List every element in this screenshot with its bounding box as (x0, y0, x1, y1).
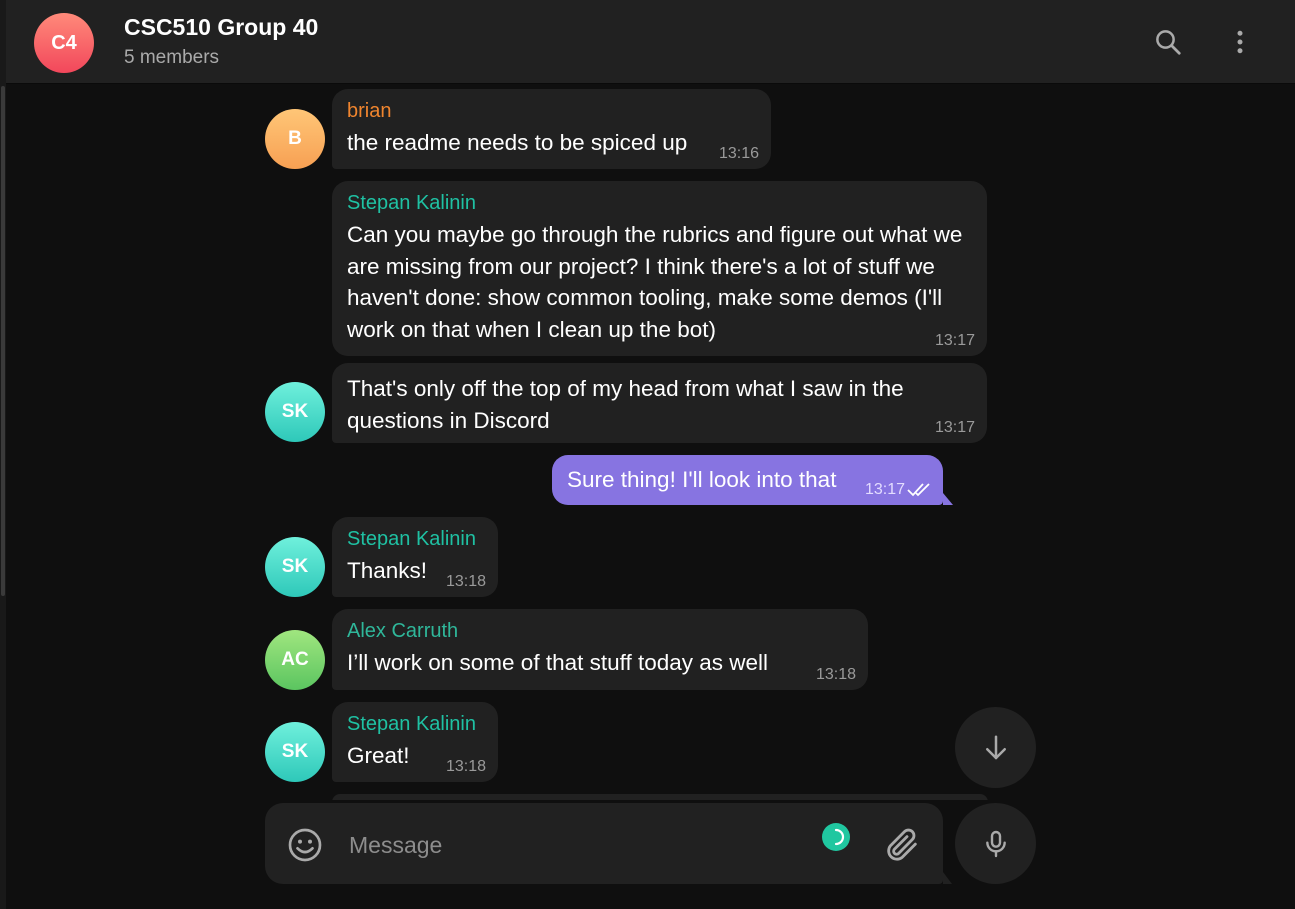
sender-name[interactable]: brian (347, 99, 757, 123)
message-time: 13:17 (934, 419, 975, 436)
attach-button[interactable] (882, 825, 922, 865)
message-text: I’ll work on some of that stuff today as… (347, 650, 769, 675)
emoji-icon (288, 828, 322, 862)
message-time: 13:17 (864, 481, 905, 498)
chat-title[interactable]: CSC510 Group 40 (124, 14, 318, 41)
message-time: 13:16 (718, 145, 759, 162)
avatar-stepan[interactable]: SK (265, 537, 325, 597)
message-time: 13:18 (445, 573, 486, 590)
emoji-button[interactable] (285, 825, 325, 865)
search-icon (1156, 30, 1181, 55)
spinner-icon (834, 828, 845, 846)
scroll-to-bottom-button[interactable] (955, 707, 1036, 788)
message-bubble[interactable]: Alex Carruth I’ll work on some of that s… (332, 609, 868, 690)
message-input[interactable] (347, 825, 791, 865)
message-time: 13:18 (445, 758, 486, 775)
message-time: 13:17 (934, 332, 975, 349)
message-bubble[interactable]: Stepan Kalinin Great! 13:18 (332, 702, 498, 782)
paperclip-icon (887, 828, 917, 861)
bubble-tail (943, 493, 953, 505)
avatar-stepan[interactable]: SK (265, 382, 325, 442)
voice-record-button[interactable] (955, 803, 1036, 884)
message-bubble[interactable]: brian the readme needs to be spiced up 1… (332, 89, 771, 169)
message-composer (265, 803, 952, 884)
next-message-edge (332, 794, 988, 800)
message-bubble[interactable]: Stepan Kalinin Can you maybe go through … (332, 181, 987, 356)
sender-name[interactable]: Stepan Kalinin (347, 191, 973, 215)
outgoing-message-bubble[interactable]: Sure thing! I'll look into that 13:17 (552, 455, 953, 505)
message-text: the readme needs to be spiced up (347, 130, 688, 155)
message-bubble[interactable]: That's only off the top of my head from … (332, 363, 987, 443)
search-button[interactable] (1146, 20, 1190, 64)
chat-avatar[interactable]: C4 (34, 13, 94, 73)
message-text: Sure thing! I'll look into that (567, 467, 837, 492)
double-check-icon (907, 483, 930, 497)
composer-tail (943, 872, 952, 884)
message-meta: 13:17 (865, 481, 933, 499)
microphone-icon (985, 830, 1006, 857)
message-bubble[interactable]: Stepan Kalinin Thanks! 13:18 (332, 517, 498, 597)
avatar-stepan[interactable]: SK (265, 722, 325, 782)
avatar-alex[interactable]: AC (265, 630, 325, 690)
message-text: Can you maybe go through the rubrics and… (347, 222, 963, 342)
message-text: Thanks! (347, 558, 428, 583)
avatar-brian[interactable]: B (265, 109, 325, 169)
chat-member-count: 5 members (124, 47, 220, 68)
more-options-button[interactable] (1218, 20, 1262, 64)
arrow-down-icon (985, 735, 1006, 759)
more-vertical-icon (1237, 30, 1243, 54)
loading-indicator (822, 823, 850, 851)
sender-name[interactable]: Stepan Kalinin (347, 712, 484, 736)
sender-name[interactable]: Stepan Kalinin (347, 527, 484, 551)
message-time: 13:18 (815, 666, 856, 683)
message-text: That's only off the top of my head from … (347, 376, 904, 433)
message-list[interactable]: B brian the readme needs to be spiced up… (0, 84, 1295, 800)
sender-name[interactable]: Alex Carruth (347, 619, 854, 643)
chat-header: C4 CSC510 Group 40 5 members (6, 0, 1295, 84)
message-text: Great! (347, 743, 410, 768)
